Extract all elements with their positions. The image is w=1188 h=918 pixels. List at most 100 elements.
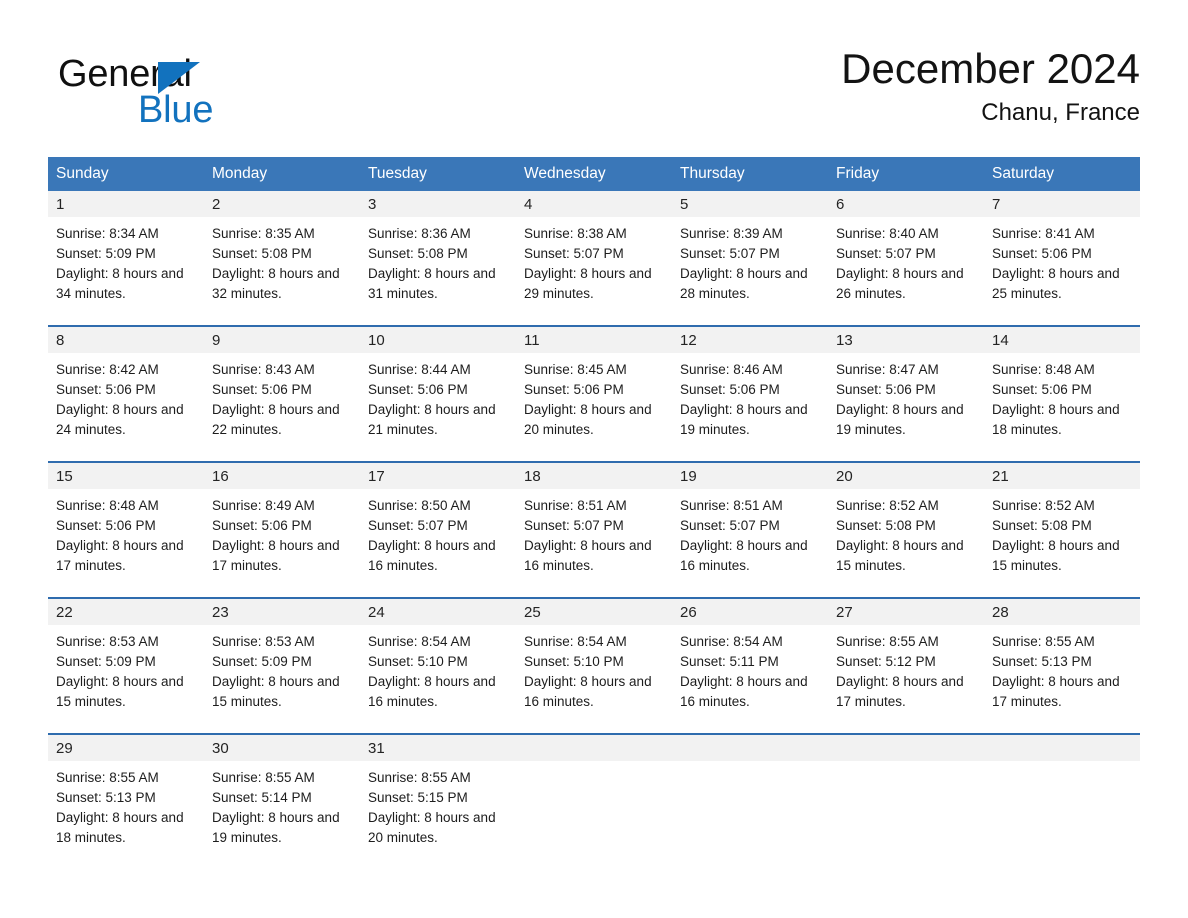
day-cell[interactable]: 26 Sunrise: 8:54 AM Sunset: 5:11 PM Dayli… bbox=[672, 599, 828, 733]
day-sun-info: Sunrise: 8:55 AM Sunset: 5:13 PM Dayligh… bbox=[56, 770, 184, 845]
day-sun-info: Sunrise: 8:45 AM Sunset: 5:06 PM Dayligh… bbox=[524, 362, 652, 437]
day-cell-empty bbox=[828, 735, 984, 869]
day-cell[interactable]: 29 Sunrise: 8:55 AM Sunset: 5:13 PM Dayli… bbox=[48, 735, 204, 869]
day-sun-info: Sunrise: 8:54 AM Sunset: 5:10 PM Dayligh… bbox=[368, 634, 496, 709]
day-sun-info: Sunrise: 8:39 AM Sunset: 5:07 PM Dayligh… bbox=[680, 226, 808, 301]
day-number: 20 bbox=[828, 463, 984, 489]
day-number: 13 bbox=[828, 327, 984, 353]
day-sun-info bbox=[828, 761, 984, 768]
day-cell[interactable]: 19 Sunrise: 8:51 AM Sunset: 5:07 PM Dayli… bbox=[672, 463, 828, 597]
day-sun-info: Sunrise: 8:40 AM Sunset: 5:07 PM Dayligh… bbox=[836, 226, 964, 301]
day-number: 5 bbox=[672, 191, 828, 217]
day-cell[interactable]: 1 Sunrise: 8:34 AM Sunset: 5:09 PM Daylig… bbox=[48, 191, 204, 325]
day-cell-empty bbox=[516, 735, 672, 869]
general-blue-logo: General Blue bbox=[58, 54, 318, 134]
calendar-page: General Blue December 2024 Chanu, France… bbox=[0, 0, 1188, 918]
day-cell[interactable]: 31 Sunrise: 8:55 AM Sunset: 5:15 PM Dayli… bbox=[360, 735, 516, 869]
day-cell[interactable]: 16 Sunrise: 8:49 AM Sunset: 5:06 PM Dayli… bbox=[204, 463, 360, 597]
day-number bbox=[984, 735, 1140, 761]
day-cell[interactable]: 14 Sunrise: 8:48 AM Sunset: 5:06 PM Dayli… bbox=[984, 327, 1140, 461]
weekday-header-sunday: Sunday bbox=[56, 165, 109, 182]
day-cell[interactable]: 24 Sunrise: 8:54 AM Sunset: 5:10 PM Dayli… bbox=[360, 599, 516, 733]
day-cell[interactable]: 11 Sunrise: 8:45 AM Sunset: 5:06 PM Dayli… bbox=[516, 327, 672, 461]
day-number bbox=[516, 735, 672, 761]
page-subtitle: Chanu, France bbox=[981, 99, 1140, 126]
weekday-header-row: Sunday Monday Tuesday Wednesday Thursday… bbox=[48, 157, 1140, 191]
day-cell[interactable]: 27 Sunrise: 8:55 AM Sunset: 5:12 PM Dayli… bbox=[828, 599, 984, 733]
calendar-table: Sunday Monday Tuesday Wednesday Thursday… bbox=[48, 157, 1140, 869]
day-sun-info: Sunrise: 8:43 AM Sunset: 5:06 PM Dayligh… bbox=[212, 362, 340, 437]
day-number: 24 bbox=[360, 599, 516, 625]
day-cell[interactable]: 2 Sunrise: 8:35 AM Sunset: 5:08 PM Daylig… bbox=[204, 191, 360, 325]
day-cell[interactable]: 8 Sunrise: 8:42 AM Sunset: 5:06 PM Daylig… bbox=[48, 327, 204, 461]
day-sun-info: Sunrise: 8:52 AM Sunset: 5:08 PM Dayligh… bbox=[836, 498, 964, 573]
day-cell[interactable]: 10 Sunrise: 8:44 AM Sunset: 5:06 PM Dayli… bbox=[360, 327, 516, 461]
day-sun-info: Sunrise: 8:55 AM Sunset: 5:14 PM Dayligh… bbox=[212, 770, 340, 845]
day-cell[interactable]: 18 Sunrise: 8:51 AM Sunset: 5:07 PM Dayli… bbox=[516, 463, 672, 597]
day-cell[interactable]: 21 Sunrise: 8:52 AM Sunset: 5:08 PM Dayli… bbox=[984, 463, 1140, 597]
day-number: 1 bbox=[48, 191, 204, 217]
day-sun-info: Sunrise: 8:53 AM Sunset: 5:09 PM Dayligh… bbox=[56, 634, 184, 709]
masthead: General Blue December 2024 Chanu, France bbox=[48, 44, 1140, 148]
weekday-header-monday: Monday bbox=[212, 165, 268, 182]
day-cell[interactable]: 17 Sunrise: 8:50 AM Sunset: 5:07 PM Dayli… bbox=[360, 463, 516, 597]
day-cell[interactable]: 9 Sunrise: 8:43 AM Sunset: 5:06 PM Daylig… bbox=[204, 327, 360, 461]
weekday-header-friday: Friday bbox=[836, 165, 880, 182]
day-cell[interactable]: 15 Sunrise: 8:48 AM Sunset: 5:06 PM Dayli… bbox=[48, 463, 204, 597]
day-sun-info: Sunrise: 8:42 AM Sunset: 5:06 PM Dayligh… bbox=[56, 362, 184, 437]
day-cell[interactable]: 20 Sunrise: 8:52 AM Sunset: 5:08 PM Dayli… bbox=[828, 463, 984, 597]
day-sun-info: Sunrise: 8:41 AM Sunset: 5:06 PM Dayligh… bbox=[992, 226, 1120, 301]
day-sun-info: Sunrise: 8:54 AM Sunset: 5:10 PM Dayligh… bbox=[524, 634, 652, 709]
day-cell[interactable]: 3 Sunrise: 8:36 AM Sunset: 5:08 PM Daylig… bbox=[360, 191, 516, 325]
day-sun-info: Sunrise: 8:48 AM Sunset: 5:06 PM Dayligh… bbox=[56, 498, 184, 573]
day-number: 12 bbox=[672, 327, 828, 353]
day-cell[interactable]: 5 Sunrise: 8:39 AM Sunset: 5:07 PM Daylig… bbox=[672, 191, 828, 325]
day-cell[interactable]: 25 Sunrise: 8:54 AM Sunset: 5:10 PM Dayli… bbox=[516, 599, 672, 733]
day-cell[interactable]: 4 Sunrise: 8:38 AM Sunset: 5:07 PM Daylig… bbox=[516, 191, 672, 325]
day-cell[interactable]: 7 Sunrise: 8:41 AM Sunset: 5:06 PM Daylig… bbox=[984, 191, 1140, 325]
day-sun-info bbox=[984, 761, 1140, 768]
day-number: 9 bbox=[204, 327, 360, 353]
day-number: 30 bbox=[204, 735, 360, 761]
calendar-week-row: 8 Sunrise: 8:42 AM Sunset: 5:06 PM Daylig… bbox=[48, 325, 1140, 461]
day-number: 21 bbox=[984, 463, 1140, 489]
day-cell[interactable]: 6 Sunrise: 8:40 AM Sunset: 5:07 PM Daylig… bbox=[828, 191, 984, 325]
day-number: 25 bbox=[516, 599, 672, 625]
day-sun-info: Sunrise: 8:51 AM Sunset: 5:07 PM Dayligh… bbox=[524, 498, 652, 573]
page-title: December 2024 bbox=[841, 45, 1140, 92]
title-block: December 2024 Chanu, France bbox=[841, 44, 1140, 128]
day-number: 15 bbox=[48, 463, 204, 489]
day-number: 7 bbox=[984, 191, 1140, 217]
day-sun-info: Sunrise: 8:55 AM Sunset: 5:15 PM Dayligh… bbox=[368, 770, 496, 845]
day-number: 14 bbox=[984, 327, 1140, 353]
day-cell[interactable]: 13 Sunrise: 8:47 AM Sunset: 5:06 PM Dayli… bbox=[828, 327, 984, 461]
calendar-week-row: 22 Sunrise: 8:53 AM Sunset: 5:09 PM Dayli… bbox=[48, 597, 1140, 733]
calendar-week-row: 15 Sunrise: 8:48 AM Sunset: 5:06 PM Dayli… bbox=[48, 461, 1140, 597]
day-number: 4 bbox=[516, 191, 672, 217]
weekday-header-wednesday: Wednesday bbox=[524, 165, 606, 182]
day-cell[interactable]: 30 Sunrise: 8:55 AM Sunset: 5:14 PM Dayli… bbox=[204, 735, 360, 869]
day-cell[interactable]: 22 Sunrise: 8:53 AM Sunset: 5:09 PM Dayli… bbox=[48, 599, 204, 733]
calendar-weeks: 1 Sunrise: 8:34 AM Sunset: 5:09 PM Daylig… bbox=[48, 191, 1140, 869]
weekday-header-thursday: Thursday bbox=[680, 165, 745, 182]
day-sun-info bbox=[672, 761, 828, 768]
day-cell-empty bbox=[672, 735, 828, 869]
day-number: 19 bbox=[672, 463, 828, 489]
day-sun-info: Sunrise: 8:55 AM Sunset: 5:13 PM Dayligh… bbox=[992, 634, 1120, 709]
day-cell[interactable]: 12 Sunrise: 8:46 AM Sunset: 5:06 PM Dayli… bbox=[672, 327, 828, 461]
day-cell[interactable]: 23 Sunrise: 8:53 AM Sunset: 5:09 PM Dayli… bbox=[204, 599, 360, 733]
day-sun-info: Sunrise: 8:48 AM Sunset: 5:06 PM Dayligh… bbox=[992, 362, 1120, 437]
logo-word-blue: Blue bbox=[138, 89, 214, 131]
calendar-week-row: 1 Sunrise: 8:34 AM Sunset: 5:09 PM Daylig… bbox=[48, 191, 1140, 325]
day-sun-info: Sunrise: 8:53 AM Sunset: 5:09 PM Dayligh… bbox=[212, 634, 340, 709]
day-cell[interactable]: 28 Sunrise: 8:55 AM Sunset: 5:13 PM Dayli… bbox=[984, 599, 1140, 733]
weekday-header-tuesday: Tuesday bbox=[368, 165, 427, 182]
day-cell-empty bbox=[984, 735, 1140, 869]
day-number: 29 bbox=[48, 735, 204, 761]
day-number: 8 bbox=[48, 327, 204, 353]
day-number bbox=[672, 735, 828, 761]
day-number: 31 bbox=[360, 735, 516, 761]
day-number: 6 bbox=[828, 191, 984, 217]
day-number: 2 bbox=[204, 191, 360, 217]
day-number: 22 bbox=[48, 599, 204, 625]
